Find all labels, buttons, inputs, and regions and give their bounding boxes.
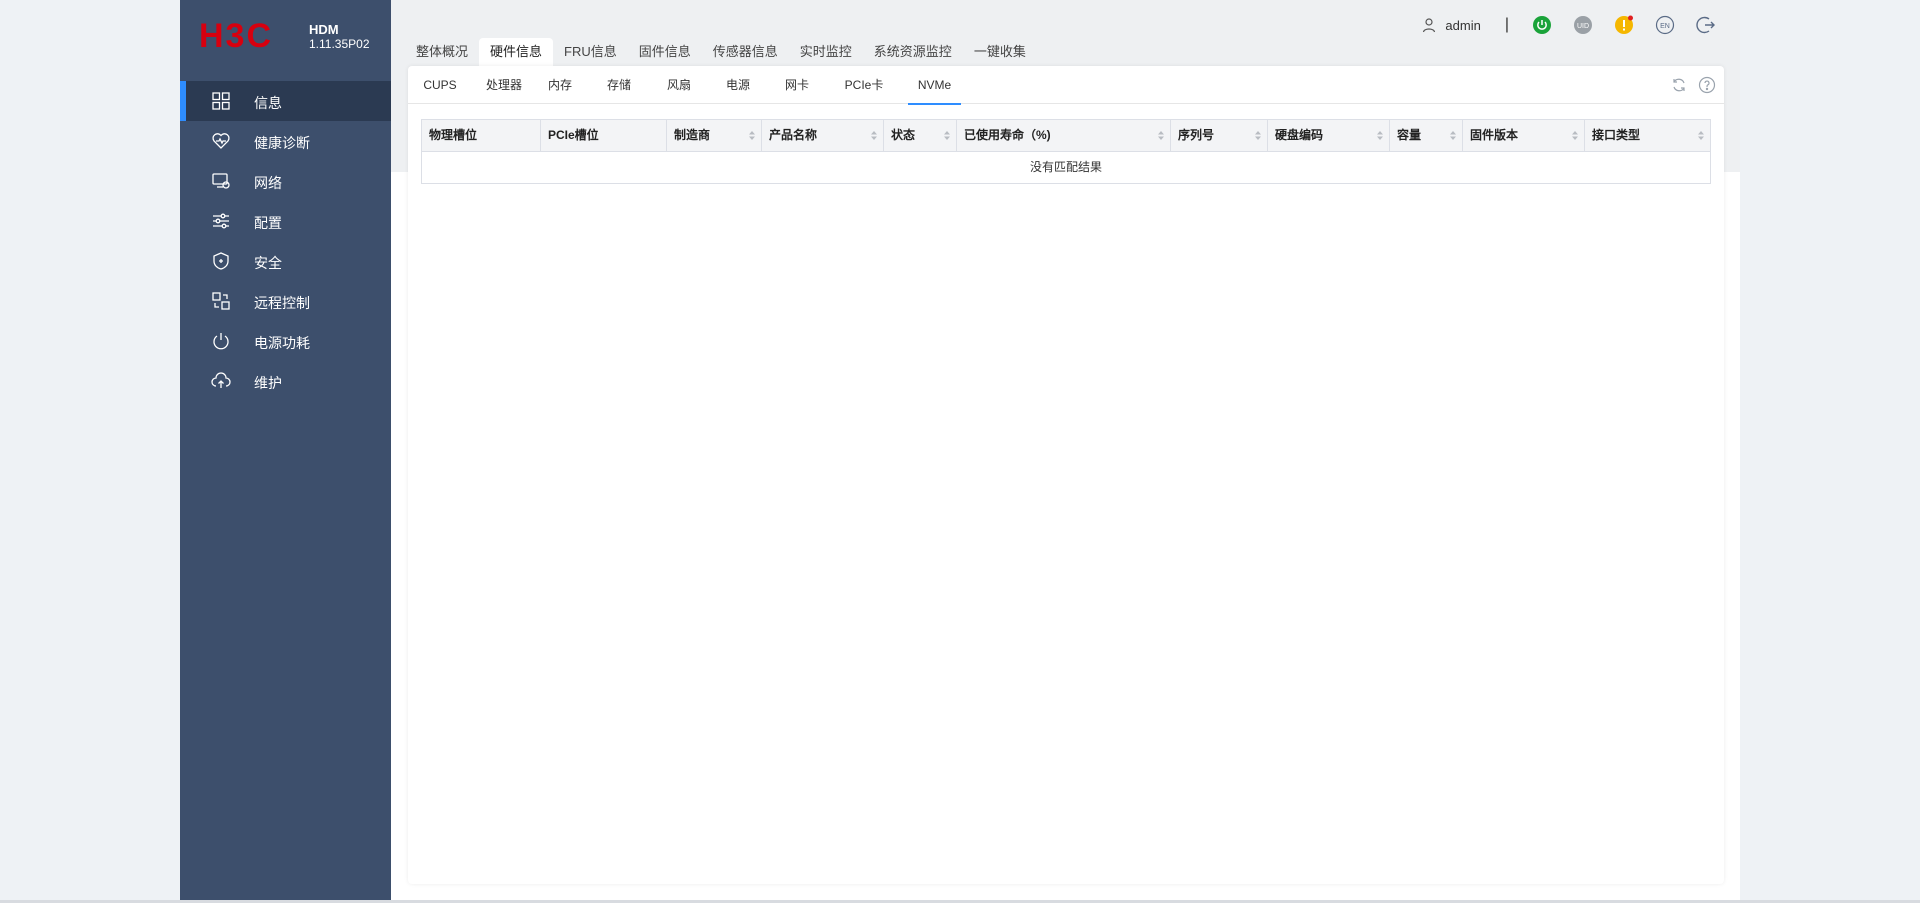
column-header[interactable]: 硬盘编码 [1268,120,1390,151]
tab-hardware-info[interactable]: 硬件信息 [479,38,554,66]
sidebar-item-info[interactable]: 信息 [180,81,391,121]
sidebar-item-label: 配置 [254,215,282,231]
h3c-logo: H3C [199,18,273,52]
nvme-table: 物理槽位 PCIe槽位 制造商 产品名称 状态 已使用寿命（%) 序列号 硬盘编… [421,119,1711,184]
tab-fru-info[interactable]: FRU信息 [553,38,628,66]
sidebar-item-power[interactable]: 电源功耗 [180,321,391,361]
tab-sensor-info[interactable]: 传感器信息 [702,38,789,66]
tab-overview[interactable]: 整体概况 [405,38,479,66]
column-header[interactable]: 制造商 [667,120,762,151]
user-icon [1423,18,1436,33]
sort-icon[interactable] [870,130,878,141]
power-status-button[interactable] [1532,15,1552,35]
user-bar: admin | UID EN [1421,14,1716,36]
subtab-nic[interactable]: 网卡 [782,66,812,104]
column-header: 物理槽位 [422,120,541,151]
refresh-icon[interactable] [1670,76,1688,94]
column-header[interactable]: 已使用寿命（%) [957,120,1171,151]
content-panel: CUPS 处理器 内存 存储 风扇 电源 网卡 PCIe卡 NVMe 物理槽位 … [408,66,1724,884]
sidebar-item-label: 网络 [254,175,282,191]
sidebar-item-label: 远程控制 [254,295,310,311]
sidebar-item-security[interactable]: 安全 [180,241,391,281]
network-icon [211,171,231,191]
sort-icon[interactable] [1254,130,1262,141]
tab-system-resource[interactable]: 系统资源监控 [863,38,963,66]
language-button[interactable]: EN [1655,15,1675,35]
sort-icon[interactable] [1157,130,1165,141]
power-icon [211,331,231,351]
sidebar: H3C HDM 1.11.35P02 信息 健康诊断 网络 配置 安全 远程控制… [180,0,391,903]
column-header[interactable]: 固件版本 [1463,120,1585,151]
sort-icon[interactable] [1697,130,1705,141]
sub-tabs: CUPS 处理器 内存 存储 风扇 电源 网卡 PCIe卡 NVMe [408,66,1724,105]
svg-text:EN: EN [1660,23,1670,30]
subtab-memory[interactable]: 内存 [545,66,575,104]
column-header: PCIe槽位 [541,120,667,151]
sort-icon[interactable] [1449,130,1457,141]
sidebar-item-label: 电源功耗 [254,335,310,351]
table-header: 物理槽位 PCIe槽位 制造商 产品名称 状态 已使用寿命（%) 序列号 硬盘编… [422,120,1710,152]
subtab-power-supply[interactable]: 电源 [723,66,753,104]
sidebar-item-health[interactable]: 健康诊断 [180,121,391,161]
header-divider: | [1504,16,1509,33]
sort-icon[interactable] [748,130,756,141]
tab-firmware-info[interactable]: 固件信息 [628,38,702,66]
subtab-storage[interactable]: 存储 [604,66,634,104]
svg-text:H3C: H3C [199,18,273,52]
column-header[interactable]: 容量 [1390,120,1463,151]
alert-icon [1615,15,1633,34]
sidebar-item-label: 安全 [254,255,282,271]
power-icon [1533,16,1551,34]
subtab-fan[interactable]: 风扇 [664,66,694,104]
subtab-nvme[interactable]: NVMe [908,66,961,105]
empty-table-message: 没有匹配结果 [1029,160,1102,174]
column-header[interactable]: 产品名称 [762,120,884,151]
sort-icon[interactable] [943,130,951,141]
product-version: 1.11.35P02 [309,37,370,51]
sort-icon[interactable] [1376,130,1384,141]
column-header[interactable]: 序列号 [1171,120,1268,151]
logout-icon [1696,16,1715,34]
sidebar-item-network[interactable]: 网络 [180,161,391,201]
uid-button[interactable]: UID [1573,15,1593,35]
language-icon: EN [1655,15,1675,35]
sidebar-item-label: 维护 [254,375,282,391]
shield-icon [211,251,231,271]
subtab-pcie-card[interactable]: PCIe卡 [841,66,887,104]
subtab-cups[interactable]: CUPS [420,66,460,104]
help-icon[interactable] [1698,76,1716,94]
sort-icon[interactable] [1571,130,1579,141]
cloud-upload-icon [211,371,231,391]
sidebar-item-config[interactable]: 配置 [180,201,391,241]
remote-icon [211,291,231,311]
alert-button[interactable] [1614,15,1634,35]
uid-icon: UID [1574,16,1592,34]
sidebar-item-label: 健康诊断 [254,135,310,151]
tab-one-click-collect[interactable]: 一键收集 [963,38,1037,66]
column-header[interactable]: 状态 [884,120,957,151]
main-tabs: 整体概况 硬件信息 FRU信息 固件信息 传感器信息 实时监控 系统资源监控 一… [405,38,1037,66]
app-window: H3C HDM 1.11.35P02 信息 健康诊断 网络 配置 安全 远程控制… [180,0,1740,903]
sidebar-item-maintenance[interactable]: 维护 [180,361,391,401]
panel-tools [1660,76,1716,94]
svg-text:UID: UID [1577,23,1589,30]
sliders-icon [211,211,231,231]
heart-icon [211,131,231,151]
grid-icon [211,91,231,111]
product-name: HDM [309,22,339,37]
subtab-processor[interactable]: 处理器 [482,66,526,104]
logout-button[interactable] [1696,15,1716,35]
sidebar-item-remote[interactable]: 远程控制 [180,281,391,321]
username[interactable]: admin [1445,18,1480,33]
tab-realtime-monitor[interactable]: 实时监控 [789,38,863,66]
column-header[interactable]: 接口类型 [1585,120,1710,151]
sidebar-item-label: 信息 [254,95,282,111]
